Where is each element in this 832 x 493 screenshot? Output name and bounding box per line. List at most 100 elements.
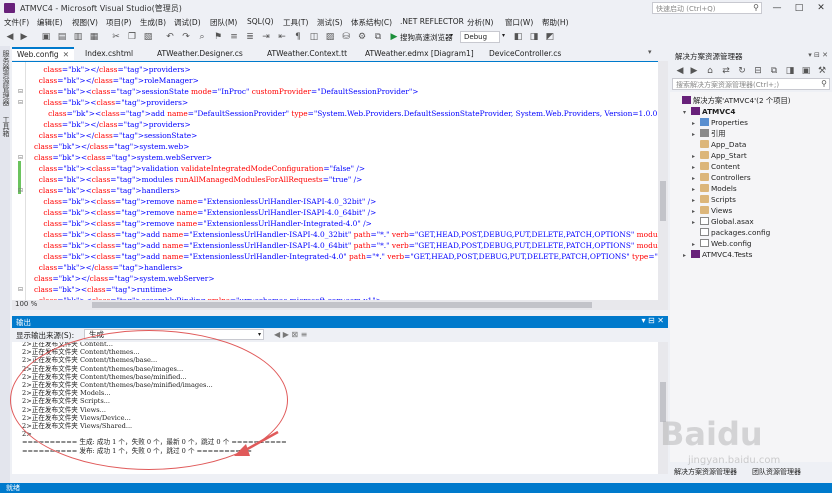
menu-team[interactable]: 团队(M) — [210, 17, 237, 28]
horizontal-scroll-thumb[interactable] — [92, 302, 592, 308]
fold-toggle-icon[interactable]: ⊟ — [18, 88, 23, 95]
expand-chevron-icon[interactable]: ▸ — [692, 208, 700, 215]
menu-architecture[interactable]: 体系结构(C) — [351, 17, 392, 28]
start-debugging-icon[interactable]: ▶ — [388, 31, 400, 43]
tree-item[interactable]: ▸ Web.config — [692, 239, 752, 248]
collapse-icon[interactable]: ⊟ — [752, 65, 764, 77]
copy-icon[interactable]: ❐ — [126, 31, 138, 43]
tree-item[interactable]: ▸ ATMVC4.Tests — [683, 250, 752, 259]
menu-test[interactable]: 测试(S) — [317, 17, 343, 28]
expand-chevron-icon[interactable]: ▸ — [692, 175, 700, 182]
tree-item[interactable]: ▸ Controllers — [692, 173, 751, 182]
tab-team-explorer[interactable]: 团队资源管理器 — [752, 467, 801, 477]
toolbox-icon[interactable]: ◧ — [512, 31, 524, 43]
menu-debug[interactable]: 调试(D) — [174, 17, 201, 28]
expand-chevron-icon[interactable]: ▸ — [692, 153, 700, 160]
sync-icon[interactable]: ⇄ — [720, 65, 732, 77]
tab-index-cshtml[interactable]: Index.cshtml — [80, 47, 138, 60]
show-all-icon[interactable]: ⧉ — [768, 65, 780, 77]
panel-pin-close-icons[interactable]: ▾ ⊟ ✕ — [808, 51, 828, 59]
close-icon[interactable]: ✕ — [63, 50, 69, 59]
maximize-button[interactable]: □ — [788, 0, 810, 16]
tab-web-config[interactable]: Web.config ✕ — [12, 47, 74, 60]
database-icon[interactable]: ⛁ — [340, 31, 352, 43]
menu-build[interactable]: 生成(B) — [140, 17, 166, 28]
tree-item[interactable]: ▸ Properties — [692, 118, 748, 127]
tree-item[interactable]: ▾ ATMVC4 — [683, 107, 735, 116]
chevron-down-icon[interactable]: ▾ — [502, 32, 505, 39]
zoom-level[interactable]: 100 % — [15, 300, 37, 308]
expand-chevron-icon[interactable]: ▸ — [692, 241, 700, 248]
tree-item[interactable]: ▸ 引用 — [692, 129, 726, 139]
expand-chevron-icon[interactable]: ▸ — [692, 120, 700, 127]
menu-help[interactable]: 帮助(H) — [542, 17, 569, 28]
home-icon[interactable]: ⌂ — [704, 65, 716, 77]
tab-list-chevron-icon[interactable]: ▾ — [648, 48, 652, 56]
expand-chevron-icon[interactable]: ▾ — [683, 109, 691, 116]
minimize-button[interactable]: — — [766, 0, 788, 16]
tree-item[interactable]: ▸ Content — [692, 162, 740, 171]
chevron-down-icon[interactable]: ▾ — [450, 32, 453, 39]
forward-icon[interactable]: ▶ — [688, 65, 700, 77]
misc-icon[interactable]: ◩ — [544, 31, 556, 43]
panel-pin-close-icons[interactable]: ▾ ⊟ ✕ — [641, 316, 664, 325]
expand-chevron-icon[interactable]: ▸ — [683, 252, 691, 259]
view-icon[interactable]: ◫ — [308, 31, 320, 43]
tab-atweather-designer[interactable]: ATWeather.Designer.cs — [152, 47, 248, 60]
save-all-icon[interactable]: ▦ — [88, 31, 100, 43]
tree-item[interactable]: 解决方案'ATMVC4'(2 个项目) — [674, 96, 791, 106]
fold-toggle-icon[interactable]: ⊟ — [18, 286, 23, 293]
refresh-icon[interactable]: ↻ — [736, 65, 748, 77]
bookmark-icon[interactable]: ⚑ — [212, 31, 224, 43]
menu-tools[interactable]: 工具(T) — [283, 17, 308, 28]
comment-icon[interactable]: ≡ — [228, 31, 240, 43]
menu-window[interactable]: 窗口(W) — [505, 17, 533, 28]
quick-launch-input[interactable]: 快速启动 (Ctrl+Q) ⚲ — [652, 2, 762, 14]
new-project-icon[interactable]: ▣ — [40, 31, 52, 43]
editor-vertical-scrollbar[interactable] — [658, 61, 668, 300]
tab-device-controller[interactable]: DeviceController.cs — [484, 47, 566, 60]
expand-chevron-icon[interactable]: ▸ — [692, 164, 700, 171]
open-icon[interactable]: ▤ — [56, 31, 68, 43]
fold-toggle-icon[interactable]: ⊟ — [18, 154, 23, 161]
menu-file[interactable]: 文件(F) — [4, 17, 29, 28]
scroll-thumb[interactable] — [660, 181, 666, 221]
close-button[interactable]: ✕ — [810, 0, 832, 16]
fold-toggle-icon[interactable]: ⊟ — [18, 187, 23, 194]
output-tool-icons[interactable]: ◀ ▶ ⊠ ≡ — [274, 330, 307, 339]
browser-label[interactable]: 搜狗高速浏览器 — [400, 32, 453, 43]
menu-view[interactable]: 视图(V) — [72, 17, 98, 28]
tab-atweather-context[interactable]: ATWeather.Context.tt — [262, 47, 352, 60]
back-icon[interactable]: ◀ — [4, 31, 16, 43]
expand-chevron-icon[interactable]: ▸ — [692, 197, 700, 204]
forward-icon[interactable]: ▶ — [18, 31, 30, 43]
redo-icon[interactable]: ↷ — [180, 31, 192, 43]
save-icon[interactable]: ▥ — [72, 31, 84, 43]
wrench-icon[interactable]: ⚒ — [816, 65, 828, 77]
server-explorer-tab[interactable]: 服务器资源管理器 — [1, 50, 11, 106]
format-icon[interactable]: ¶ — [292, 31, 304, 43]
properties-icon[interactable]: ◨ — [784, 65, 796, 77]
menu-net-reflector[interactable]: .NET REFLECTOR — [400, 17, 464, 26]
code-editor[interactable]: class="bk"></class="tag">providers> clas… — [12, 61, 658, 300]
expand-chevron-icon[interactable]: ▸ — [692, 131, 700, 138]
properties-icon[interactable]: ◨ — [528, 31, 540, 43]
config-select[interactable]: Debug — [460, 31, 500, 43]
fold-toggle-icon[interactable]: ⊟ — [18, 99, 23, 106]
outdent-icon[interactable]: ⇤ — [276, 31, 288, 43]
tree-item[interactable]: ▸ Views — [692, 206, 732, 215]
paste-icon[interactable]: ▧ — [142, 31, 154, 43]
tree-item[interactable]: packages.config — [692, 228, 770, 237]
menu-sql[interactable]: SQL(Q) — [247, 17, 274, 26]
tree-item[interactable]: ▸ App_Start — [692, 151, 747, 160]
undo-icon[interactable]: ↶ — [164, 31, 176, 43]
tree-item[interactable]: ▸ Scripts — [692, 195, 736, 204]
tab-atweather-edmx[interactable]: ATWeather.edmx [Diagram1] — [360, 47, 479, 60]
output-vertical-scrollbar[interactable] — [658, 342, 668, 474]
expand-chevron-icon[interactable]: ▸ — [692, 186, 700, 193]
cut-icon[interactable]: ✂ — [110, 31, 122, 43]
solution-search-input[interactable]: 搜索解决方案资源管理器(Ctrl+;) ⚲ — [672, 78, 830, 90]
tree-item[interactable]: ▸ Models — [692, 184, 737, 193]
toolbox-tab[interactable]: 工具箱 — [1, 116, 11, 137]
uncomment-icon[interactable]: ≣ — [244, 31, 256, 43]
